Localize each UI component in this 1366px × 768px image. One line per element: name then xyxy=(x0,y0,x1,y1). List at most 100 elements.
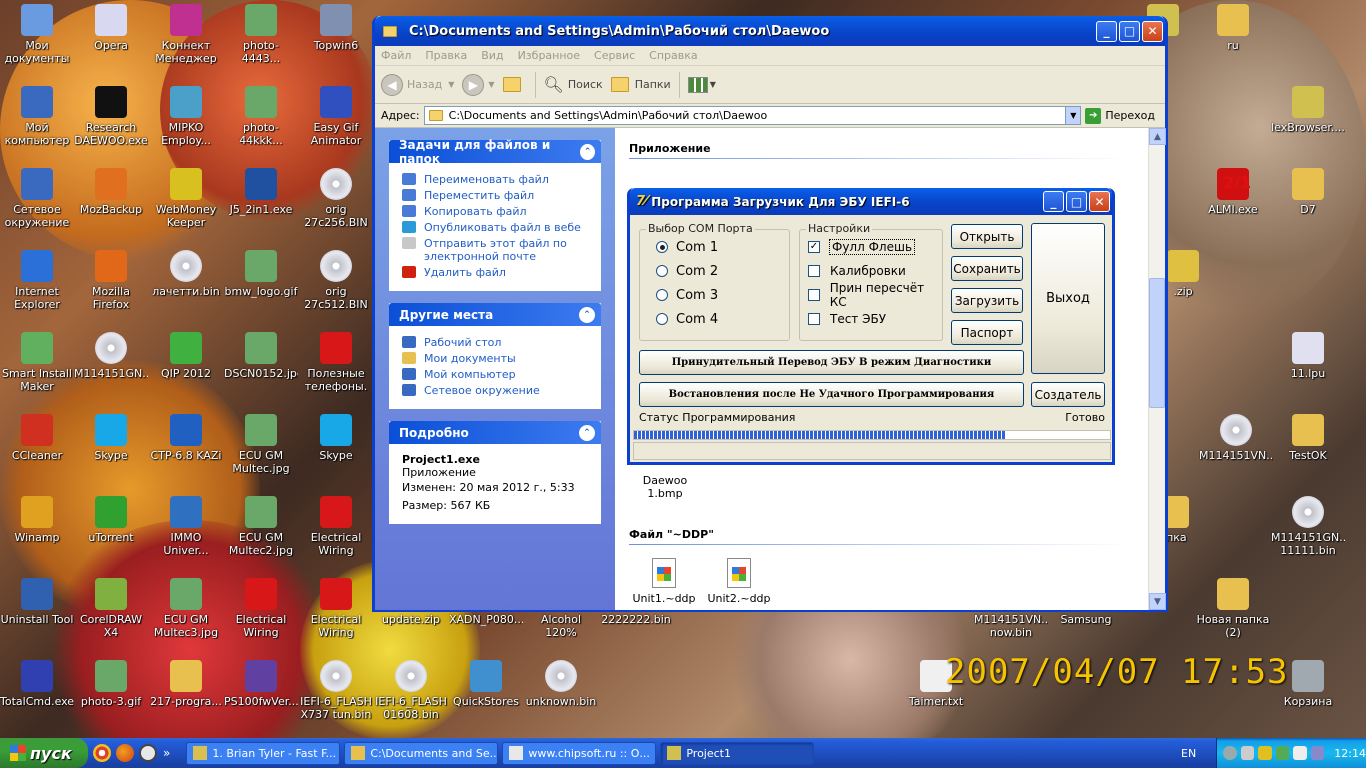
tray-icon[interactable] xyxy=(1310,746,1325,760)
desktop-icon[interactable]: Electrical Wiring Diag... xyxy=(224,578,298,639)
desktop-icon[interactable]: TestOK xyxy=(1271,414,1345,462)
clock[interactable]: 12:14 xyxy=(1334,747,1366,760)
desktop-icon[interactable]: Electrical Wiring Diag... xyxy=(299,496,373,557)
desktop-icon[interactable]: Коннект Менеджер xyxy=(149,4,223,65)
save-button[interactable]: Сохранить xyxy=(951,256,1023,281)
task-link[interactable]: Переместить файл xyxy=(402,189,590,202)
back-button[interactable]: ◀ Назад ▼ xyxy=(381,73,454,96)
task-link[interactable]: Удалить файл xyxy=(402,266,590,279)
minimize-button[interactable]: _ xyxy=(1096,20,1117,42)
desktop-icon[interactable]: QIP 2012 xyxy=(149,332,223,380)
setting-checkbox[interactable]: Тест ЭБУ xyxy=(808,307,942,331)
desktop-icon[interactable]: CTP-6.8 KAZi xyxy=(149,414,223,462)
desktop-icon[interactable]: bmw_logo.gif xyxy=(224,250,298,298)
start-button[interactable]: пуск xyxy=(0,738,88,768)
checkbox-box[interactable] xyxy=(808,289,820,301)
desktop-icon[interactable]: Research DAEWOO.exe xyxy=(74,86,148,147)
desktop-icon[interactable]: M114151GN... xyxy=(74,332,148,380)
desktop-icon[interactable]: Сетевое окружение xyxy=(0,168,74,229)
com-port-radio[interactable]: Com 3 xyxy=(656,283,789,307)
search-button[interactable]: 🔍︎ Поиск xyxy=(544,75,603,94)
desktop-icon[interactable]: photo-3.gif xyxy=(74,660,148,708)
desktop-icon[interactable]: IEFI-6_FLASH 01608.bin xyxy=(374,660,448,721)
desktop-icon[interactable]: Новая папка (2) xyxy=(1196,578,1270,639)
desktop-icon[interactable]: Skype xyxy=(74,414,148,462)
dialog-titlebar[interactable]: 7⁄ Программа Загрузчик Для ЭБУ IEFI-6 _ … xyxy=(630,188,1112,215)
places-panel-header[interactable]: Другие места ⌃ xyxy=(389,303,601,326)
desktop-icon[interactable]: M114151GN... 11111.bin xyxy=(1271,496,1345,557)
author-button[interactable]: Создатель xyxy=(1031,382,1105,407)
desktop-icon[interactable]: Мои документы xyxy=(0,4,74,65)
desktop-icon[interactable]: TotalCmd.exe xyxy=(0,660,74,708)
checkbox-box[interactable] xyxy=(808,265,820,277)
explorer-titlebar[interactable]: C:\Documents and Settings\Admin\Рабочий … xyxy=(375,16,1165,46)
desktop-icon[interactable]: ECU GM Multec2.jpg xyxy=(224,496,298,557)
collapse-icon[interactable]: ⌃ xyxy=(579,424,595,441)
desktop-icon[interactable]: photo-4443... xyxy=(224,4,298,65)
radio-circle[interactable] xyxy=(656,241,668,253)
desktop-icon[interactable]: orig 27c512.BIN xyxy=(299,250,373,311)
desktop-icon[interactable]: WebMoney Keeper Clas... xyxy=(149,168,223,229)
desktop-icon[interactable]: MIPKO Employ... xyxy=(149,86,223,147)
file-item[interactable]: Unit1.~ddp xyxy=(629,558,699,605)
menu-view[interactable]: Вид xyxy=(481,49,503,62)
tasks-panel-header[interactable]: Задачи для файлов и папок ⌃ xyxy=(389,138,601,166)
com-port-radio[interactable]: Com 1 xyxy=(656,235,789,259)
desktop-icon[interactable]: Mozilla Firefox xyxy=(74,250,148,311)
desktop-icon[interactable]: D7 xyxy=(1271,168,1345,216)
language-indicator[interactable]: EN xyxy=(1181,747,1196,760)
desktop-icon[interactable]: lexBrowser.... xyxy=(1271,86,1345,134)
desktop-icon[interactable]: Easy Gif Animator xyxy=(299,86,373,147)
collapse-icon[interactable]: ⌃ xyxy=(580,143,595,160)
menu-file[interactable]: Файл xyxy=(381,49,411,62)
taskbar-button[interactable]: Project1 xyxy=(660,741,815,765)
volume-tray-icon[interactable] xyxy=(1293,746,1307,760)
scroll-down-arrow-icon[interactable]: ▼ xyxy=(1149,593,1166,610)
chrome-icon[interactable] xyxy=(93,744,111,762)
desktop-icon[interactable]: MozBackup xyxy=(74,168,148,216)
restore-button[interactable]: Востановления после Не Удачного Программ… xyxy=(639,382,1024,407)
menu-favorites[interactable]: Избранное xyxy=(518,49,580,62)
quicklaunch-more-icon[interactable]: » xyxy=(163,746,170,760)
checkbox-box[interactable]: ✓ xyxy=(808,241,820,253)
go-button[interactable]: ➔ Переход xyxy=(1085,107,1155,124)
load-button[interactable]: Загрузить xyxy=(951,288,1023,313)
task-link[interactable]: Переименовать файл xyxy=(402,173,590,186)
taskbar-button[interactable]: C:\Documents and Se... xyxy=(344,741,499,765)
minimize-button[interactable]: _ xyxy=(1043,191,1064,212)
desktop-icon[interactable]: Skype xyxy=(299,414,373,462)
desktop-icon[interactable]: unknown.bin xyxy=(524,660,598,708)
up-folder-button[interactable] xyxy=(502,77,527,92)
close-button[interactable]: ✕ xyxy=(1089,191,1110,212)
passport-button[interactable]: Паспорт xyxy=(951,320,1023,345)
menu-help[interactable]: Справка xyxy=(649,49,697,62)
forward-button[interactable]: ▶ ▼ xyxy=(462,73,495,96)
opera-icon[interactable] xyxy=(139,744,157,762)
maximize-button[interactable]: □ xyxy=(1066,191,1087,212)
task-link[interactable]: Копировать файл xyxy=(402,205,590,218)
menu-tools[interactable]: Сервис xyxy=(594,49,635,62)
scroll-up-arrow-icon[interactable]: ▲ xyxy=(1149,128,1166,145)
desktop-icon[interactable]: CCleaner xyxy=(0,414,74,462)
address-dropdown-icon[interactable]: ▼ xyxy=(1065,107,1081,124)
taskbar-button[interactable]: www.chipsoft.ru :: О... xyxy=(502,741,657,765)
setting-checkbox[interactable]: Калибровки xyxy=(808,259,942,283)
desktop-icon[interactable]: uTorrent xyxy=(74,496,148,544)
desktop-icon[interactable]: DSCN0152.jpg xyxy=(224,332,298,380)
task-link[interactable]: Опубликовать файл в вебе xyxy=(402,221,590,234)
address-input[interactable]: C:\Documents and Settings\Admin\Рабочий … xyxy=(423,106,1082,125)
folders-button[interactable]: Папки xyxy=(610,77,671,92)
open-button[interactable]: Открыть xyxy=(951,224,1023,249)
exit-button[interactable]: Выход xyxy=(1031,223,1105,374)
details-panel-header[interactable]: Подробно ⌃ xyxy=(389,421,601,444)
menu-edit[interactable]: Правка xyxy=(425,49,467,62)
views-button[interactable]: ▼ xyxy=(687,76,716,93)
desktop-icon[interactable]: ECU GM Multec.jpg xyxy=(224,414,298,475)
desktop-icon[interactable]: Internet Explorer xyxy=(0,250,74,311)
desktop-icon[interactable]: Полезные телефоны. ... xyxy=(299,332,373,393)
warning-tray-icon[interactable] xyxy=(1258,746,1272,760)
app-tray-icon[interactable] xyxy=(1275,746,1290,760)
desktop-icon[interactable]: 11.lpu xyxy=(1271,332,1345,380)
scroll-thumb[interactable] xyxy=(1149,278,1165,408)
maximize-button[interactable]: □ xyxy=(1119,20,1140,42)
